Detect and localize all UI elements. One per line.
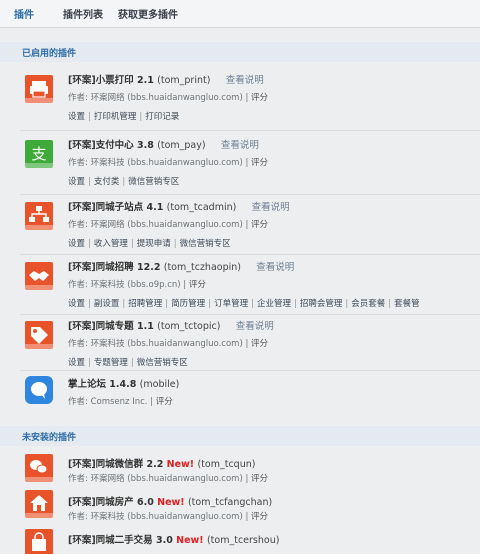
plugin-links: 设置 | 收入管理 | 提现申请 | 微信营销专区 xyxy=(68,239,231,249)
tab-plugins[interactable]: 插件 xyxy=(14,6,34,21)
enabled-section-title: 已启用的插件 xyxy=(0,42,480,62)
tag-icon xyxy=(25,321,53,349)
plugin-name: [环案]同城二手交易 3.0 New! (tom_tcershou) xyxy=(68,535,280,546)
handshake-icon xyxy=(25,262,53,290)
view-description-link[interactable]: 查看说明 xyxy=(256,262,294,273)
link-wechat-marketing[interactable]: 微信营销专区 xyxy=(128,177,179,187)
link-withdraw-request[interactable]: 提现申请 xyxy=(137,239,171,249)
new-badge: New! xyxy=(176,535,204,546)
link-topic-manage[interactable]: 专题管理 xyxy=(94,358,128,368)
link-settings[interactable]: 设置 xyxy=(68,358,85,368)
link-job-manage[interactable]: 招聘管理 xyxy=(128,299,162,309)
link-printer-manage[interactable]: 打印机管理 xyxy=(94,112,137,122)
divider xyxy=(20,254,480,255)
link-settings[interactable]: 设置 xyxy=(68,299,85,309)
link-resume-manage[interactable]: 简历管理 xyxy=(171,299,205,309)
plugin-name: [环案]同城招聘 12.2 (tom_tczhaopin) 查看说明 xyxy=(68,262,295,273)
plugin-author: 作者: 环案科技 (bbs.o9p.cn) | 评分 xyxy=(68,280,206,290)
plugin-name: [环案]同城子站点 4.1 (tom_tcadmin) 查看说明 xyxy=(68,202,290,213)
divider xyxy=(20,314,480,315)
uninstalled-section-title: 未安装的插件 xyxy=(0,426,480,446)
rate-link[interactable]: 评分 xyxy=(251,339,268,349)
rate-link[interactable]: 评分 xyxy=(251,93,268,103)
plugin-author: 作者: 环案网络 (bbs.huaidanwangluo.com) | 评分 xyxy=(68,220,269,230)
plugin-author: 作者: 环案科技 (bbs.huaidanwangluo.com) | 评分 xyxy=(68,512,269,522)
divider xyxy=(20,370,480,371)
plugin-author: 作者: 环案科技 (bbs.huaidanwangluo.com) | 评分 xyxy=(68,158,269,168)
link-income-manage[interactable]: 收入管理 xyxy=(94,239,128,249)
link-order-manage[interactable]: 订单管理 xyxy=(214,299,248,309)
divider xyxy=(20,194,480,195)
tab-get-more-plugins[interactable]: 获取更多插件 xyxy=(118,6,178,21)
new-badge: New! xyxy=(157,497,185,508)
link-print-log[interactable]: 打印记录 xyxy=(145,112,179,122)
link-wechat-marketing[interactable]: 微信营销专区 xyxy=(180,239,231,249)
rate-link[interactable]: 评分 xyxy=(156,397,173,407)
plugin-links: 设置 | 专题管理 | 微信营销专区 xyxy=(68,358,188,368)
link-settings[interactable]: 设置 xyxy=(68,177,85,187)
tab-plugin-list[interactable]: 插件列表 xyxy=(63,6,103,21)
rate-link[interactable]: 评分 xyxy=(251,474,268,484)
link-member-package[interactable]: 会员套餐 xyxy=(351,299,385,309)
view-description-link[interactable]: 查看说明 xyxy=(252,202,290,213)
bag-icon xyxy=(25,529,53,554)
plugin-name: [环案]同城微信群 2.2 New! (tom_tcqun) xyxy=(68,459,256,470)
plugin-links: 设置 | 副设置 | 招聘管理 | 简历管理 | 订单管理 | 企业管理 | 招聘会管理 | 会员套餐 | 套餐… xyxy=(68,299,420,309)
link-settings[interactable]: 设置 xyxy=(68,112,85,122)
link-package-manage[interactable]: 套餐管 xyxy=(394,299,420,309)
plugin-author: 作者: 环案科技 (bbs.huaidanwangluo.com) | 评分 xyxy=(68,339,269,349)
new-badge: New! xyxy=(166,459,195,470)
plugin-name: [环案]支付中心 3.8 (tom_pay) 查看说明 xyxy=(68,140,259,151)
link-payment-types[interactable]: 支付类 xyxy=(94,177,120,187)
plugin-links: 设置 | 打印机管理 | 打印记录 xyxy=(68,112,180,122)
plugin-author: 作者: 环案网络 (bbs.huaidanwangluo.com) | 评分 xyxy=(68,474,269,484)
rate-link[interactable]: 评分 xyxy=(189,280,206,290)
view-description-link[interactable]: 查看说明 xyxy=(226,75,264,86)
plugin-links: 设置 | 支付类 | 微信营销专区 xyxy=(68,177,180,187)
plugin-name: 掌上论坛 1.4.8 (mobile) xyxy=(68,379,180,390)
rate-link[interactable]: 评分 xyxy=(251,512,268,522)
plugin-author: 作者: 环案网络 (bbs.huaidanwangluo.com) | 评分 xyxy=(68,93,269,103)
plugin-name: [环案]同城房产 6.0 New! (tom_tcfangchan) xyxy=(68,497,273,508)
chat-icon xyxy=(25,376,53,404)
view-description-link[interactable]: 查看说明 xyxy=(221,140,259,151)
printer-icon xyxy=(25,75,53,103)
svg-text:支: 支 xyxy=(31,145,46,163)
sitemap-icon xyxy=(25,202,53,230)
link-sub-settings[interactable]: 副设置 xyxy=(94,299,120,309)
link-settings[interactable]: 设置 xyxy=(68,239,85,249)
rate-link[interactable]: 评分 xyxy=(251,220,268,230)
link-job-fair-manage[interactable]: 招聘会管理 xyxy=(300,299,343,309)
link-company-manage[interactable]: 企业管理 xyxy=(257,299,291,309)
top-nav: 插件 插件列表 获取更多插件 xyxy=(0,0,480,28)
house-icon xyxy=(25,490,53,518)
plugin-name: [环案]同城专题 1.1 (tom_tctopic) 查看说明 xyxy=(68,321,274,332)
divider xyxy=(20,130,480,131)
plugin-author: 作者: Comsenz Inc. | 评分 xyxy=(68,397,173,407)
view-description-link[interactable]: 查看说明 xyxy=(236,321,274,332)
wechat-icon xyxy=(25,454,53,482)
link-wechat-marketing[interactable]: 微信营销专区 xyxy=(137,358,188,368)
rate-link[interactable]: 评分 xyxy=(251,158,268,168)
plugin-name: [环案]小票打印 2.1 (tom_print) 查看说明 xyxy=(68,75,264,86)
pay-icon: 支 xyxy=(25,140,53,168)
